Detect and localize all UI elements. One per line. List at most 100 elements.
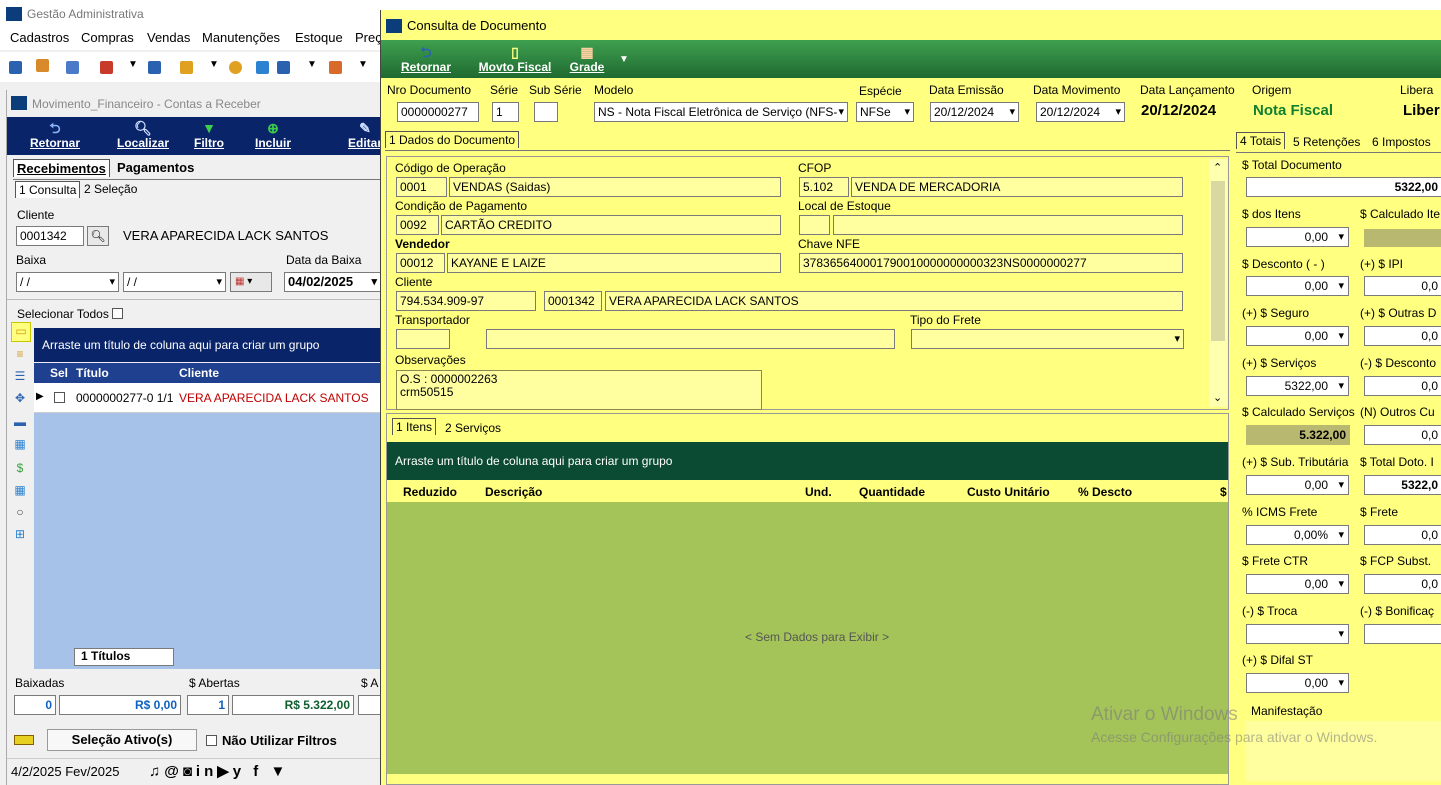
coins-icon[interactable]: ≡ — [12, 346, 28, 362]
chevron-down-icon[interactable]: ▼ — [619, 54, 629, 65]
tab-itens[interactable]: 1 Itens — [392, 418, 437, 435]
tab-pagamentos[interactable]: Pagamentos — [114, 159, 197, 176]
toolbar-icon-2[interactable] — [36, 59, 49, 72]
toolbar-icon-3[interactable] — [66, 61, 79, 74]
add-grid-icon[interactable]: ▦ — [12, 482, 28, 498]
selecao-icon[interactable] — [14, 735, 34, 745]
header-valor[interactable]: $ — [1220, 485, 1227, 499]
chevron-down-icon[interactable]: ▼ — [307, 59, 317, 70]
frete-ctr-value[interactable]: 0,00 — [1246, 574, 1349, 594]
titulos-count: 1 Títulos — [74, 648, 174, 666]
chevron-down-icon[interactable]: ▼ — [209, 59, 219, 70]
header-descricao[interactable]: Descrição — [485, 485, 542, 499]
emissao-field[interactable]: 20/12/2024 — [930, 102, 1019, 122]
localizar-button[interactable]: 🔍︎ Localizar — [113, 120, 173, 150]
tab-recebimentos[interactable]: Recebimentos — [13, 159, 110, 177]
header-custo[interactable]: Custo Unitário — [967, 485, 1050, 499]
user-icon[interactable] — [229, 61, 242, 74]
nro-field[interactable]: 0000000277 — [397, 102, 479, 122]
itens-value[interactable]: 0,00 — [1246, 227, 1349, 247]
subserie-field[interactable] — [534, 102, 558, 122]
money-icon[interactable]: $ — [12, 460, 28, 476]
movimento-toolbar: ⮌ Retornar 🔍︎ Localizar ▼ Filtro ⊕ Inclu… — [7, 117, 382, 155]
retornar-button[interactable]: ⮌ Retornar — [25, 120, 85, 150]
chevron-down-icon[interactable]: ▼ — [128, 59, 138, 70]
list-icon[interactable]: ☰ — [12, 368, 28, 384]
movimento-field[interactable]: 20/12/2024 — [1036, 102, 1125, 122]
menu-cadastros[interactable]: Cadastros — [10, 30, 69, 45]
move-icon[interactable]: ✥ — [12, 390, 28, 406]
search-button[interactable]: 🔍︎ — [87, 226, 109, 246]
vendedor-label: Vendedor — [395, 237, 450, 251]
header-sel[interactable]: Sel — [50, 366, 68, 380]
incluir-button[interactable]: ⊕ Incluir — [251, 120, 295, 150]
toolbar-icon-8[interactable] — [329, 61, 342, 74]
header-titulo[interactable]: Título — [76, 366, 109, 380]
grade-button[interactable]: ▦ Grade — [567, 44, 607, 74]
tab-totais[interactable]: 4 Totais — [1236, 132, 1286, 149]
desconto-value[interactable]: 0,00 — [1246, 276, 1349, 296]
frete-dropdown[interactable] — [911, 329, 1184, 349]
subtrib-value[interactable]: 0,00 — [1246, 475, 1349, 495]
toolbar-icon-5[interactable] — [148, 61, 161, 74]
header-quantidade[interactable]: Quantidade — [859, 485, 925, 499]
chevron-down-icon[interactable]: ⌄ — [1213, 391, 1222, 404]
menu-compras[interactable]: Compras — [81, 30, 134, 45]
menu-manutencoes[interactable]: Manutenções — [202, 30, 280, 45]
servicos-value[interactable]: 5322,00 — [1246, 376, 1349, 396]
grid-icon[interactable]: ▦ — [12, 436, 28, 452]
tab-dados-documento[interactable]: 1 Dados do Documento — [385, 131, 520, 148]
serie-field[interactable]: 1 — [492, 102, 519, 122]
menu-precos[interactable]: Preç — [355, 30, 382, 45]
magnifier-icon[interactable]: ○ — [12, 504, 28, 520]
modelo-dropdown[interactable]: NS - Nota Fiscal Eletrônica de Serviço (… — [594, 102, 848, 122]
toolbar-icon-4[interactable] — [100, 61, 113, 74]
table-row[interactable]: ▶ 0000000277-0 1/1 VERA APARECIDA LACK S… — [34, 383, 381, 413]
data-baixa-field[interactable]: 04/02/2025 — [284, 272, 381, 292]
chevron-up-icon[interactable]: ⌃ — [1213, 161, 1222, 174]
troca-value[interactable] — [1246, 624, 1349, 644]
tab-retencoes[interactable]: 5 Retenções — [1290, 134, 1363, 150]
header-descto[interactable]: % Descto — [1078, 485, 1132, 499]
header-und[interactable]: Und. — [805, 485, 832, 499]
filtro-button[interactable]: ▼ Filtro — [187, 120, 231, 150]
tab-impostos[interactable]: 6 Impostos — [1369, 134, 1434, 150]
nao-utilizar-checkbox[interactable] — [206, 735, 217, 746]
toolbar-icon-6[interactable] — [180, 61, 193, 74]
selecao-ativo-button[interactable]: Seleção Ativo(s) — [47, 729, 197, 751]
difal-value[interactable]: 0,00 — [1246, 673, 1349, 693]
cfop-desc: VENDA DE MERCADORIA — [851, 177, 1183, 197]
troca-label: (-) $ Troca — [1242, 604, 1298, 618]
header-reduzido[interactable]: Reduzido — [403, 485, 457, 499]
calendar-button[interactable]: ▦ ▾ — [230, 272, 272, 292]
row-checkbox[interactable] — [54, 392, 65, 403]
cliente-name-field[interactable]: VERA APARECIDA LACK SANTOS — [119, 226, 381, 246]
vertical-scrollbar[interactable]: ⌃ ⌄ — [1209, 159, 1227, 407]
layout-icon[interactable]: ⊞ — [12, 526, 28, 542]
document-icon[interactable]: ▭ — [11, 322, 31, 342]
chevron-down-icon[interactable]: ▼ — [358, 59, 368, 70]
icms-value[interactable]: 0,00% — [1246, 525, 1349, 545]
menu-estoque[interactable]: Estoque — [295, 30, 343, 45]
social-icons[interactable]: ♫@◙in▶y f ▼ — [149, 762, 289, 780]
seguro-value[interactable]: 0,00 — [1246, 326, 1349, 346]
retornar-button[interactable]: ⮌ Retornar — [397, 44, 455, 74]
movto-fiscal-button[interactable]: ▯ Movto Fiscal — [475, 44, 555, 74]
header-cliente[interactable]: Cliente — [179, 366, 219, 380]
selecionar-todos-label: Selecionar Todos — [17, 307, 109, 321]
card-icon[interactable]: ▬ — [12, 414, 28, 430]
tab-servicos[interactable]: 2 Serviços — [442, 420, 504, 436]
toolbar-icon-7[interactable] — [256, 61, 269, 74]
cliente-code-field[interactable]: 0001342 — [16, 226, 84, 246]
especie-dropdown[interactable]: NFSe — [856, 102, 914, 122]
tab-consulta[interactable]: 1 Consulta — [15, 181, 81, 198]
baixa-from-field[interactable]: / / — [16, 272, 119, 292]
scroll-thumb[interactable] — [1211, 181, 1225, 341]
cart-icon[interactable] — [277, 61, 290, 74]
bonif-label: (-) $ Bonificaç — [1360, 604, 1435, 618]
tab-selecao[interactable]: 2 Seleção — [81, 181, 140, 197]
baixa-to-field[interactable]: / / — [123, 272, 226, 292]
toolbar-icon-1[interactable] — [9, 61, 22, 74]
menu-vendas[interactable]: Vendas — [147, 30, 190, 45]
selecionar-todos-checkbox[interactable] — [112, 308, 123, 319]
